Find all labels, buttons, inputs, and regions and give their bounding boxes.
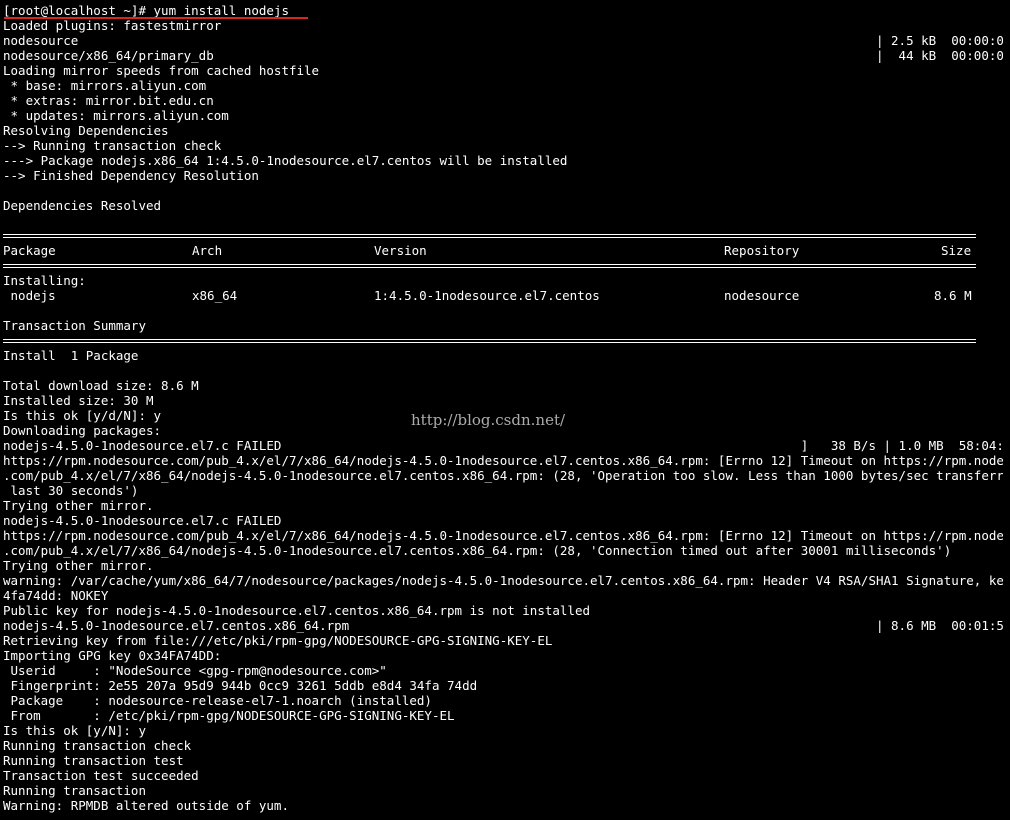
output-line: --> Finished Dependency Resolution: [3, 168, 259, 183]
command-underline-annotation: [4, 17, 308, 19]
table-rule: [3, 333, 1003, 348]
table-rule: [3, 228, 1003, 243]
header-size: Size: [941, 243, 972, 258]
output-line: Retrieving key from file:///etc/pki/rpm-…: [3, 633, 553, 648]
output-line: --> Running transaction check: [3, 138, 222, 153]
terminal-output: [root@localhost ~]# yum install nodejs L…: [3, 3, 1003, 813]
output-line: * updates: mirrors.aliyun.com: [3, 108, 229, 123]
table-section-label: Installing:: [3, 273, 86, 288]
output-line: 4fa74dd: NOKEY: [3, 588, 109, 603]
terminal-window[interactable]: [root@localhost ~]# yum install nodejs L…: [0, 0, 1010, 820]
output-line: From : /etc/pki/rpm-gpg/NODESOURCE-GPG-S…: [3, 708, 455, 723]
output-line: last 30 seconds'): [3, 483, 139, 498]
header-arch: Arch: [192, 243, 223, 258]
output-line: Loaded plugins: fastestmirror: [3, 18, 222, 33]
output-line: .com/pub_4.x/el/7/x86_64/nodejs-4.5.0-1n…: [3, 468, 1003, 483]
output-line: ---> Package nodejs.x86_64 1:4.5.0-1node…: [3, 153, 568, 168]
output-line: https://rpm.nodesource.com/pub_4.x/el/7/…: [3, 453, 1003, 468]
output-line: Package : nodesource-release-el7-1.noarc…: [3, 693, 432, 708]
output-line: Fingerprint: 2e55 207a 95d9 944b 0cc9 32…: [3, 678, 478, 693]
output-line: .com/pub_4.x/el/7/x86_64/nodejs-4.5.0-1n…: [3, 543, 952, 558]
table-header-row: Package Arch Version Repository Size: [3, 243, 1003, 258]
cell-package: nodejs: [3, 288, 56, 303]
cell-repository: nodesource: [724, 288, 800, 303]
header-repository: Repository: [724, 243, 800, 258]
output-line: Trying other mirror.: [3, 498, 154, 513]
output-line: Trying other mirror.: [3, 558, 154, 573]
output-line: * base: mirrors.aliyun.com: [3, 78, 207, 93]
output-line: Running transaction test: [3, 753, 184, 768]
output-line: Transaction Summary: [3, 318, 146, 333]
shell-prompt: [root@localhost ~]#: [3, 3, 154, 18]
header-package: Package: [3, 243, 56, 258]
output-block-summary: Transaction Summary: [3, 303, 1003, 333]
output-line: Installed size: 30 M: [3, 393, 154, 408]
output-line: nodesource/x86_64/primary_db | 44 kB 00:…: [3, 48, 1003, 63]
output-line: warning: /var/cache/yum/x86_64/7/nodesou…: [3, 573, 1003, 588]
typed-command: yum install nodejs: [153, 3, 289, 18]
output-line: Importing GPG key 0x34FA74DD:: [3, 648, 222, 663]
output-line: Running transaction check: [3, 738, 192, 753]
output-line: Warning: RPMDB altered outside of yum.: [3, 798, 289, 813]
header-version: Version: [374, 243, 427, 258]
command-line: [root@localhost ~]# yum install nodejs: [3, 3, 1003, 18]
output-line: https://rpm.nodesource.com/pub_4.x/el/7/…: [3, 528, 1003, 543]
output-line: Is this ok [y/N]: y: [3, 723, 146, 738]
cell-arch: x86_64: [192, 288, 238, 303]
output-line: Public key for nodejs-4.5.0-1nodesource.…: [3, 603, 590, 618]
output-line: Userid : "NodeSource <gpg-rpm@nodesource…: [3, 663, 387, 678]
output-line: nodejs-4.5.0-1nodesource.el7.centos.x86_…: [3, 618, 1003, 633]
output-line: Loading mirror speeds from cached hostfi…: [3, 63, 320, 78]
output-block-resolve: Loaded plugins: fastestmirror nodesource …: [3, 18, 1003, 228]
cell-size: 8.6 M: [934, 288, 972, 303]
cell-version: 1:4.5.0-1nodesource.el7.centos: [374, 288, 600, 303]
output-line: Dependencies Resolved: [3, 198, 162, 213]
table-row: nodejs x86_64 1:4.5.0-1nodesource.el7.ce…: [3, 288, 1003, 303]
output-line: Resolving Dependencies: [3, 123, 169, 138]
output-line: nodejs-4.5.0-1nodesource.el7.c FAILED ] …: [3, 438, 1003, 453]
output-line: Total download size: 8.6 M: [3, 378, 199, 393]
table-rule: [3, 258, 1003, 273]
output-line: nodesource | 2.5 kB 00:00:00: [3, 33, 1003, 48]
output-line: Running transaction: [3, 783, 146, 798]
output-line: nodejs-4.5.0-1nodesource.el7.c FAILED: [3, 513, 282, 528]
watermark-text: http://blog.csdn.net/: [411, 411, 566, 429]
output-line: Transaction test succeeded: [3, 768, 199, 783]
output-line: * extras: mirror.bit.edu.cn: [3, 93, 214, 108]
output-line: Install 1 Package: [3, 348, 139, 363]
